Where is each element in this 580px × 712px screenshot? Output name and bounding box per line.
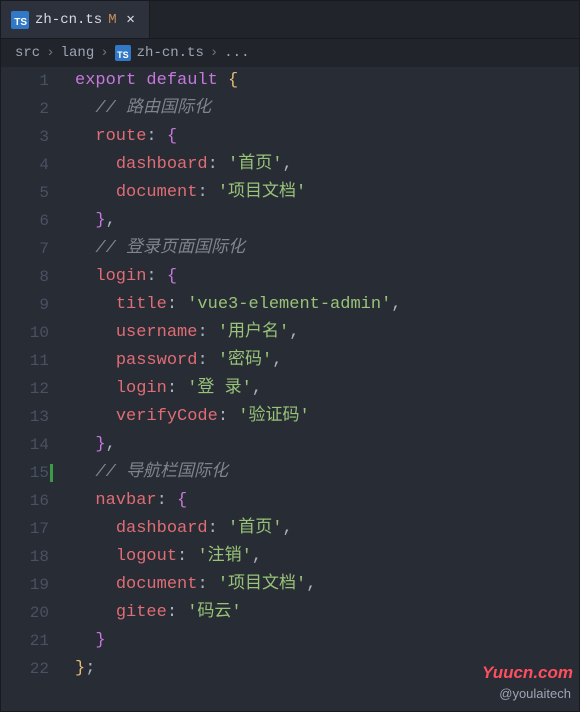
- line-number: 19: [1, 571, 49, 599]
- typescript-icon: TS: [115, 45, 131, 61]
- line-number-gutter: 12345678910111213141516171819202122: [1, 67, 67, 711]
- chevron-right-icon: ›: [210, 45, 218, 61]
- code-line: login: '登 录',: [75, 375, 579, 403]
- code-line: },: [75, 431, 579, 459]
- breadcrumb[interactable]: src › lang › TS zh-cn.ts › ...: [1, 39, 579, 67]
- line-number: 3: [1, 123, 49, 151]
- line-number: 8: [1, 263, 49, 291]
- code-editor[interactable]: 12345678910111213141516171819202122 expo…: [1, 67, 579, 711]
- close-icon[interactable]: ✕: [123, 11, 139, 28]
- line-number: 18: [1, 543, 49, 571]
- tab-bar: TS zh-cn.ts M ✕: [1, 1, 579, 39]
- code-line: verifyCode: '验证码': [75, 403, 579, 431]
- watermark-site: Yuucn.com: [482, 663, 573, 683]
- code-line: dashboard: '首页',: [75, 151, 579, 179]
- line-number: 13: [1, 403, 49, 431]
- breadcrumb-ellipsis[interactable]: ...: [224, 45, 249, 61]
- line-number: 5: [1, 179, 49, 207]
- line-number: 14: [1, 431, 49, 459]
- code-line: logout: '注销',: [75, 543, 579, 571]
- line-number: 7: [1, 235, 49, 263]
- typescript-icon: TS: [11, 11, 29, 29]
- tab-filename: zh-cn.ts: [35, 12, 102, 28]
- line-number: 9: [1, 291, 49, 319]
- breadcrumb-seg-src[interactable]: src: [15, 45, 40, 61]
- chevron-right-icon: ›: [100, 45, 108, 61]
- breadcrumb-seg-lang[interactable]: lang: [61, 45, 95, 61]
- line-number: 4: [1, 151, 49, 179]
- line-number: 1: [1, 67, 49, 95]
- line-number: 21: [1, 627, 49, 655]
- code-line: login: {: [75, 263, 579, 291]
- code-line: password: '密码',: [75, 347, 579, 375]
- code-area[interactable]: export default { // 路由国际化 route: { dashb…: [67, 67, 579, 711]
- code-line: export default {: [75, 67, 579, 95]
- code-line: navbar: {: [75, 487, 579, 515]
- code-line: }: [75, 627, 579, 655]
- code-line: title: 'vue3-element-admin',: [75, 291, 579, 319]
- line-number: 6: [1, 207, 49, 235]
- code-line: },: [75, 207, 579, 235]
- line-number: 15: [1, 459, 49, 487]
- line-number: 17: [1, 515, 49, 543]
- chevron-right-icon: ›: [46, 45, 54, 61]
- line-number: 22: [1, 655, 49, 683]
- code-line: // 导航栏国际化: [75, 459, 579, 487]
- code-line: // 登录页面国际化: [75, 235, 579, 263]
- code-line: route: {: [75, 123, 579, 151]
- line-number: 11: [1, 347, 49, 375]
- line-number: 20: [1, 599, 49, 627]
- tab-modified-marker: M: [108, 12, 116, 28]
- line-number: 2: [1, 95, 49, 123]
- code-line: // 路由国际化: [75, 95, 579, 123]
- code-line: document: '项目文档',: [75, 571, 579, 599]
- code-line: dashboard: '首页',: [75, 515, 579, 543]
- code-line: username: '用户名',: [75, 319, 579, 347]
- line-number: 16: [1, 487, 49, 515]
- line-number: 12: [1, 375, 49, 403]
- code-line: document: '项目文档': [75, 179, 579, 207]
- watermark-author: @youlaitech: [499, 686, 571, 701]
- line-number: 10: [1, 319, 49, 347]
- code-line: gitee: '码云': [75, 599, 579, 627]
- breadcrumb-seg-file[interactable]: zh-cn.ts: [137, 45, 204, 61]
- editor-tab[interactable]: TS zh-cn.ts M ✕: [1, 1, 150, 38]
